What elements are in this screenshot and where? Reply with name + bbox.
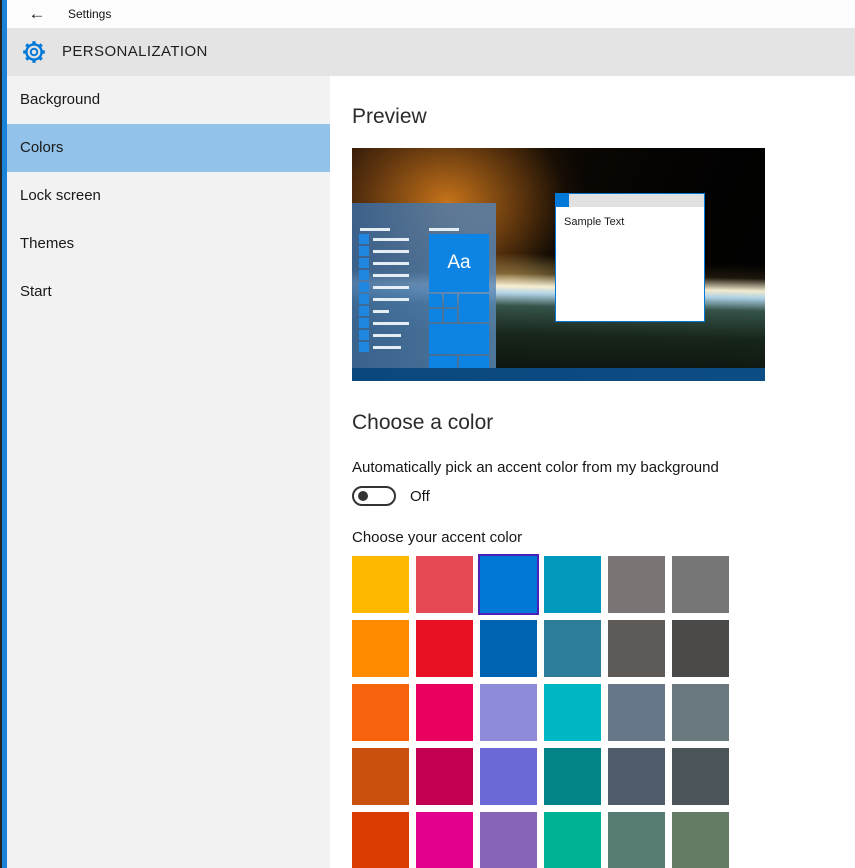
accent-color-swatch[interactable] [544, 812, 601, 868]
preview-taskbar [352, 368, 765, 381]
start-menu-item-line [373, 346, 401, 349]
accent-color-swatch[interactable] [608, 812, 665, 868]
accent-color-swatch[interactable] [544, 556, 601, 613]
page-title: PERSONALIZATION [62, 28, 208, 76]
start-menu-item-line [373, 238, 409, 241]
accent-color-swatch[interactable] [672, 812, 729, 868]
start-small-tile [429, 294, 442, 307]
accent-color-swatch[interactable] [416, 620, 473, 677]
settings-window: ← Settings PERSONALIZATION [0, 0, 855, 868]
window-title: Settings [68, 0, 111, 28]
start-small-tile [444, 309, 457, 322]
sidebar-item-themes[interactable]: Themes [7, 220, 330, 268]
start-menu-item-line [373, 262, 409, 265]
accent-color-swatch[interactable] [416, 748, 473, 805]
start-medium-tile [459, 294, 489, 322]
start-menu-item-line [373, 334, 401, 337]
accent-color-swatch[interactable] [608, 684, 665, 741]
start-menu-item-line [373, 286, 409, 289]
start-menu-item-icon [359, 234, 369, 244]
start-menu-item-icon [359, 282, 369, 292]
preview-start-menu: Aa [352, 203, 496, 368]
main-pane: Preview Aa [330, 76, 855, 868]
accent-color-grid [352, 556, 729, 868]
accent-color-swatch[interactable] [672, 684, 729, 741]
accent-color-swatch[interactable] [672, 556, 729, 613]
accent-color-swatch[interactable] [608, 748, 665, 805]
start-small-tile [429, 309, 442, 322]
accent-color-swatch[interactable] [480, 684, 537, 741]
sidebar-item-background[interactable]: Background [7, 76, 330, 124]
start-small-tile [444, 294, 457, 307]
preview-sample-window: Sample Text [555, 193, 705, 322]
sidebar-item-colors[interactable]: Colors [7, 124, 330, 172]
accent-color-swatch[interactable] [544, 684, 601, 741]
start-menu-item-line [373, 298, 409, 301]
sidebar: Background Colors Lock screen Themes Sta… [7, 76, 330, 868]
start-tile-label: Aa [447, 252, 470, 274]
start-wide-tile [429, 324, 489, 354]
auto-accent-toggle[interactable] [352, 486, 396, 506]
start-big-tile: Aa [429, 234, 489, 292]
toggle-state-label: Off [410, 488, 430, 505]
accent-color-swatch[interactable] [608, 620, 665, 677]
accent-color-swatch[interactable] [480, 620, 537, 677]
start-menu-item-icon [359, 330, 369, 340]
start-menu-item-line [373, 250, 409, 253]
start-menu-item-icon [359, 258, 369, 268]
start-small-tile [459, 356, 489, 368]
accent-color-swatch[interactable] [480, 556, 537, 613]
accent-color-swatch[interactable] [352, 684, 409, 741]
sample-window-titlebar [556, 194, 704, 207]
start-tiles-header-line [429, 228, 459, 231]
accent-color-swatch[interactable] [544, 620, 601, 677]
start-menu-item-icon [359, 342, 369, 352]
accent-color-swatch[interactable] [352, 812, 409, 868]
auto-accent-toggle-row: Off [352, 486, 855, 506]
start-menu-header-line [360, 228, 390, 231]
accent-color-swatch[interactable] [352, 556, 409, 613]
theme-preview-image: Aa Sample Text [352, 148, 765, 381]
accent-color-swatch[interactable] [608, 556, 665, 613]
start-menu-item-icon [359, 270, 369, 280]
start-menu-item-icon [359, 294, 369, 304]
accent-color-swatch[interactable] [544, 748, 601, 805]
start-menu-item-icon [359, 246, 369, 256]
sidebar-item-start[interactable]: Start [7, 268, 330, 316]
sample-window-text: Sample Text [564, 216, 624, 228]
accent-color-swatch[interactable] [672, 620, 729, 677]
titlebar: ← Settings [7, 0, 855, 28]
accent-color-label: Choose your accent color [352, 529, 855, 546]
sidebar-item-lock-screen[interactable]: Lock screen [7, 172, 330, 220]
sample-window-accent-square [556, 194, 569, 207]
accent-color-swatch[interactable] [672, 748, 729, 805]
accent-color-swatch[interactable] [416, 556, 473, 613]
start-menu-item-line [373, 274, 409, 277]
auto-accent-label: Automatically pick an accent color from … [352, 459, 855, 476]
back-icon[interactable]: ← [24, 2, 50, 26]
start-menu-item-icon [359, 306, 369, 316]
start-menu-item-line [373, 322, 409, 325]
accent-color-swatch[interactable] [480, 748, 537, 805]
gear-icon [21, 39, 47, 65]
app-header: PERSONALIZATION [7, 28, 855, 76]
accent-color-swatch[interactable] [416, 684, 473, 741]
start-small-tile [429, 356, 457, 368]
toggle-knob [358, 491, 368, 501]
accent-color-swatch[interactable] [480, 812, 537, 868]
accent-color-swatch[interactable] [352, 620, 409, 677]
choose-color-heading: Choose a color [352, 410, 855, 436]
accent-color-swatch[interactable] [352, 748, 409, 805]
preview-heading: Preview [352, 76, 855, 130]
accent-color-swatch[interactable] [416, 812, 473, 868]
start-menu-item-icon [359, 318, 369, 328]
start-menu-item-line [373, 310, 389, 313]
